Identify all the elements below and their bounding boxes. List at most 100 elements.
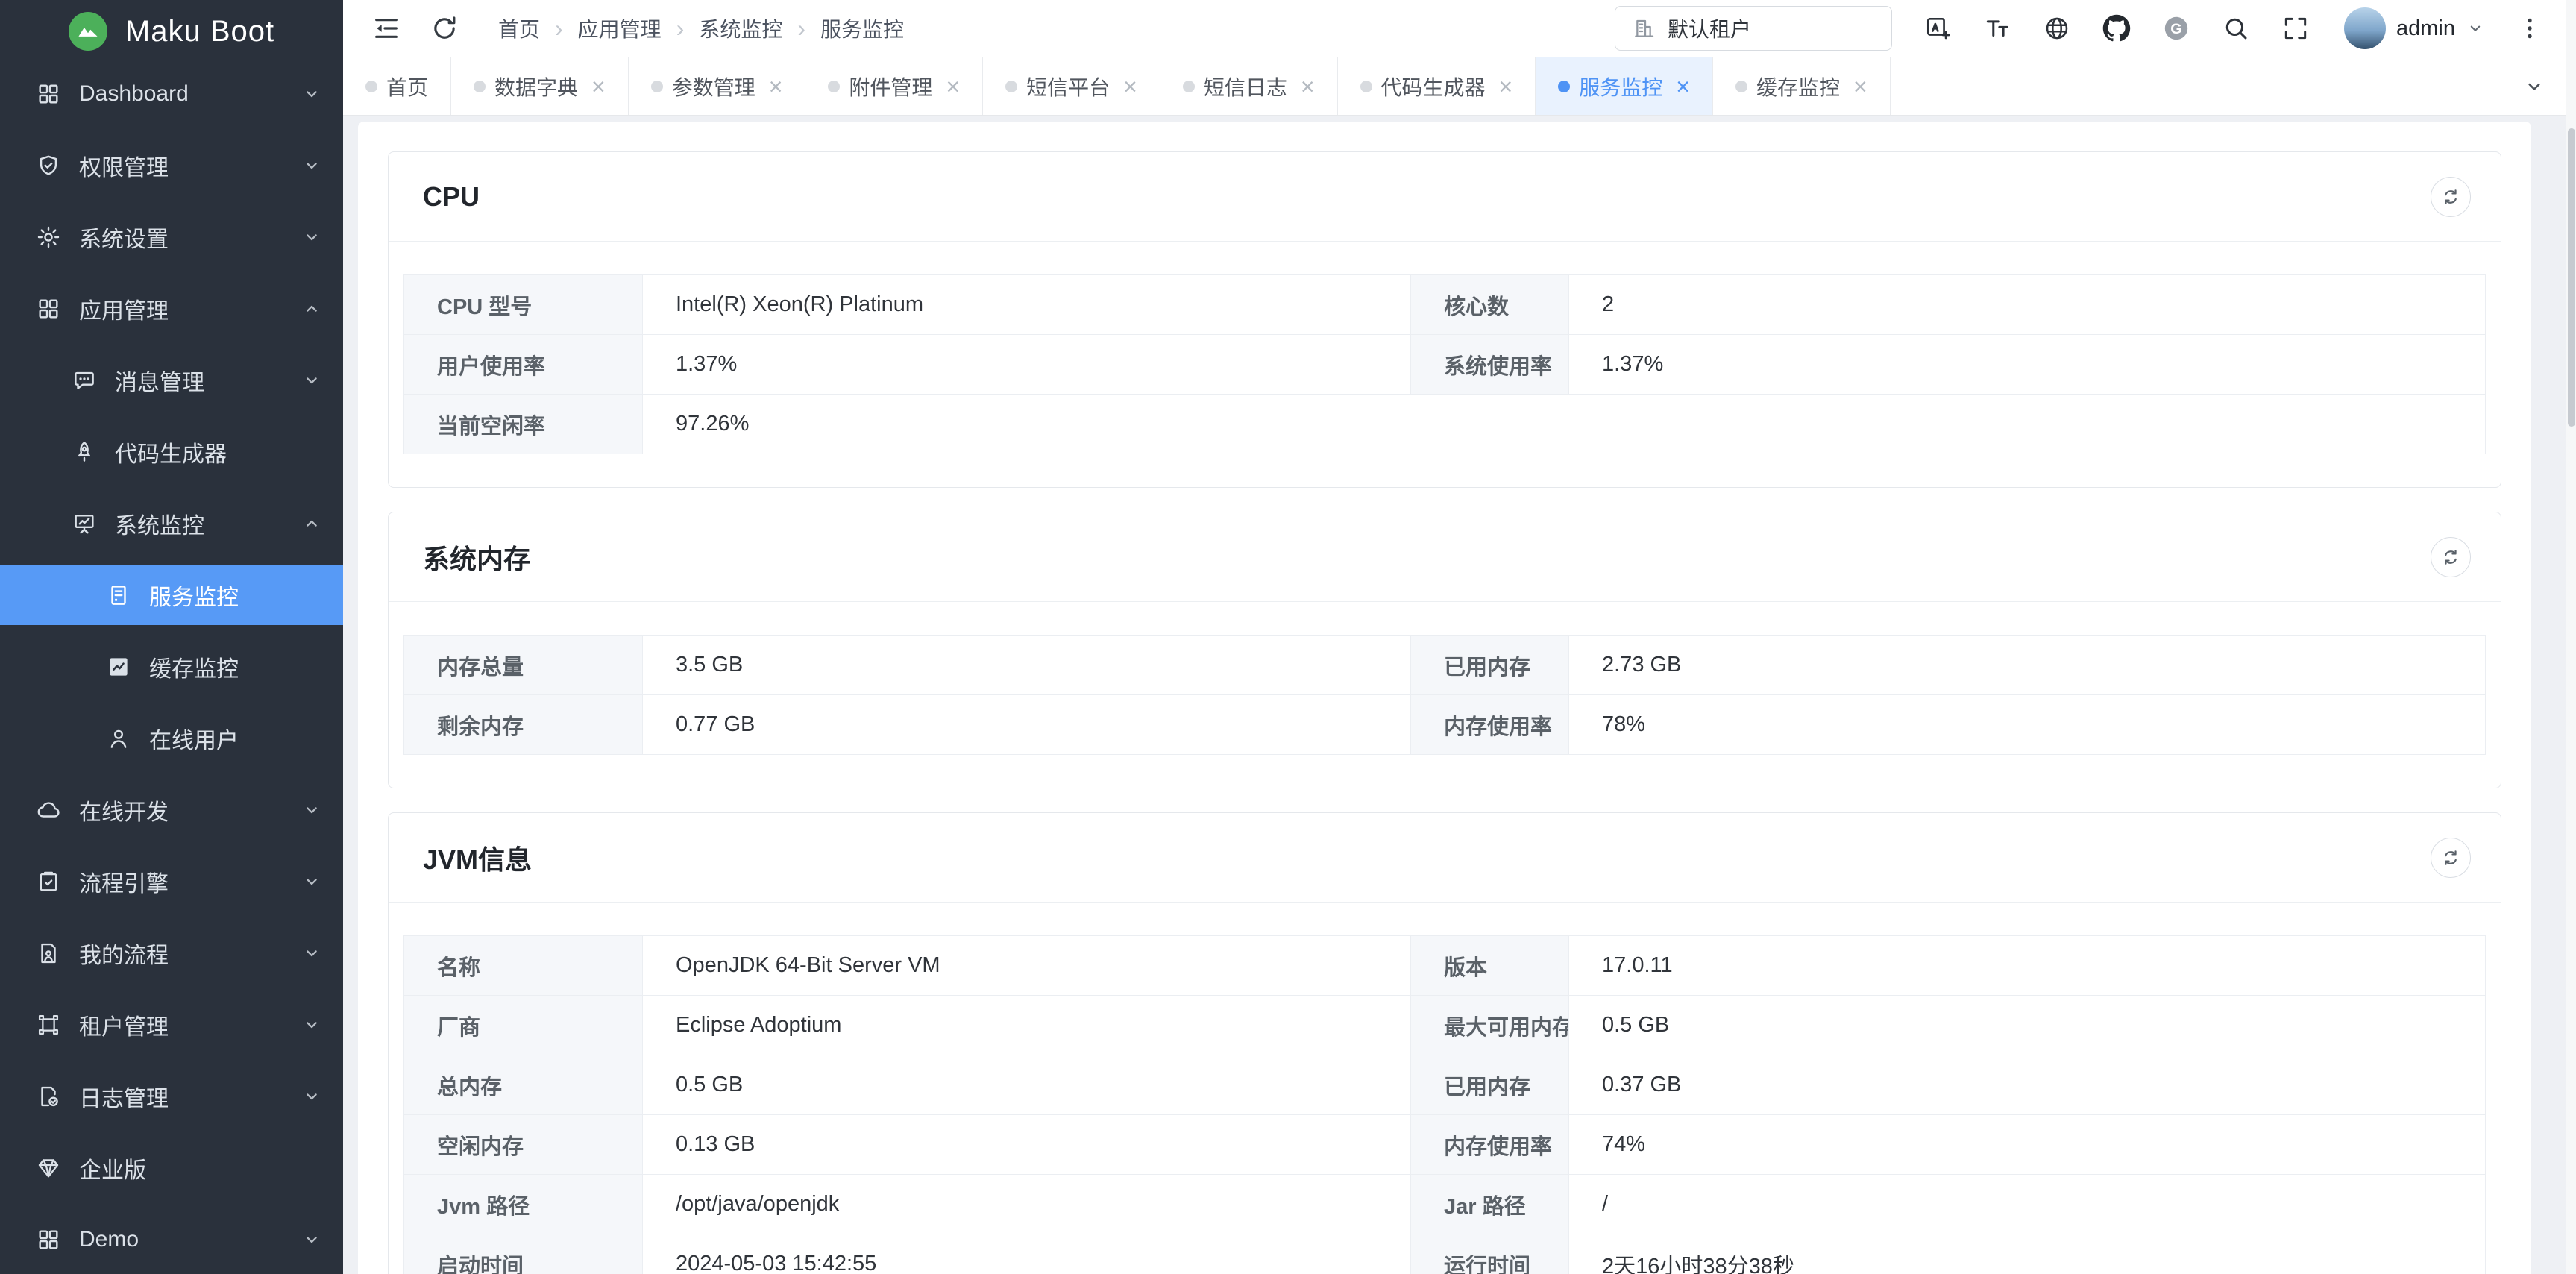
- sidebar-item-app-management[interactable]: 应用管理: [0, 279, 343, 339]
- desc-label: CPU 型号: [404, 275, 643, 335]
- tab-close-icon[interactable]: ×: [1676, 75, 1690, 98]
- font-size-icon[interactable]: [1983, 14, 2011, 43]
- sync-icon: [2440, 186, 2461, 207]
- tab-close-icon[interactable]: ×: [1123, 75, 1137, 98]
- panel-refresh-button[interactable]: [2431, 177, 2471, 217]
- sidebar-item-label: 消息管理: [115, 364, 204, 397]
- sidebar-item-system-settings[interactable]: 系统设置: [0, 207, 343, 267]
- sidebar-item-permission[interactable]: 权限管理: [0, 136, 343, 195]
- tab-state-dot: [1558, 81, 1570, 92]
- desc-label: 总内存: [404, 1055, 643, 1115]
- kebab-menu-icon[interactable]: [2516, 15, 2543, 42]
- app-logo-icon: [69, 12, 107, 51]
- desc-label: 内存使用率: [1411, 695, 1569, 755]
- panel-refresh-button[interactable]: [2431, 537, 2471, 577]
- desc-label: 系统使用率: [1411, 335, 1569, 395]
- sidebar-item-cache-monitor[interactable]: 缓存监控: [0, 637, 343, 697]
- desc-value: 1.37%: [643, 335, 1411, 395]
- tab-list: 首页数据字典×参数管理×附件管理×短信平台×短信日志×代码生成器×服务监控×缓存…: [343, 57, 1891, 115]
- sidebar-item-label: Dashboard: [79, 81, 189, 107]
- sidebar-item-demo[interactable]: Demo: [0, 1210, 343, 1270]
- tab-close-icon[interactable]: ×: [591, 75, 606, 98]
- breadcrumb-item[interactable]: 系统监控: [699, 13, 782, 43]
- breadcrumb: 首页›应用管理›系统监控›服务监控: [498, 13, 904, 43]
- tab-label: 附件管理: [849, 72, 932, 101]
- tab-params[interactable]: 参数管理×: [629, 57, 806, 115]
- sidebar-item-code-generator[interactable]: 代码生成器: [0, 422, 343, 482]
- panel-title: 系统内存: [423, 538, 530, 577]
- translate-icon[interactable]: [1923, 14, 1952, 43]
- fullscreen-icon[interactable]: [2281, 14, 2310, 43]
- tab-label: 短信平台: [1026, 72, 1110, 101]
- page-scrollbar[interactable]: [2566, 0, 2576, 1274]
- tab-label: 代码生成器: [1381, 72, 1486, 101]
- sidebar-item-log-management[interactable]: 日志管理: [0, 1067, 343, 1126]
- topbar-left: 首页›应用管理›系统监控›服务监控: [371, 13, 904, 43]
- panel-title: JVM信息: [423, 838, 532, 877]
- panel-refresh-button[interactable]: [2431, 838, 2471, 878]
- frame-icon: [36, 1012, 61, 1038]
- user-icon: [106, 726, 131, 751]
- tab-more-dropdown-icon[interactable]: [2522, 57, 2546, 115]
- tab-sms-log[interactable]: 短信日志×: [1160, 57, 1338, 115]
- tab-sms-platform[interactable]: 短信平台 ×: [983, 57, 1160, 115]
- breadcrumb-item[interactable]: 应用管理: [578, 13, 662, 43]
- tab-home[interactable]: 首页: [343, 57, 451, 115]
- tab-close-icon[interactable]: ×: [769, 75, 783, 98]
- sidebar-item-dashboard[interactable]: Dashboard: [0, 64, 343, 124]
- building-icon: [1632, 16, 1656, 40]
- sidebar-item-tenant-management[interactable]: 租户管理: [0, 995, 343, 1055]
- gitee-icon[interactable]: [2162, 14, 2190, 43]
- breadcrumb-item[interactable]: 首页: [498, 13, 540, 43]
- sidebar-item-workflow-engine[interactable]: 流程引擎: [0, 852, 343, 911]
- tab-service-monitor[interactable]: 服务监控×: [1536, 57, 1713, 115]
- tenant-select-value: 默认租户: [1668, 13, 1751, 43]
- desc-label: 当前空闲率: [404, 395, 643, 454]
- tab-close-icon[interactable]: ×: [1499, 75, 1513, 98]
- doc-user-icon: [36, 941, 61, 966]
- breadcrumb-item[interactable]: 服务监控: [820, 13, 904, 43]
- app-logo: Maku Boot: [0, 0, 343, 57]
- collapse-sidebar-icon[interactable]: [371, 13, 401, 43]
- table-row: 厂商Eclipse Adoptium最大可用内存0.5 GB: [404, 996, 2486, 1055]
- desc-label: Jvm 路径: [404, 1175, 643, 1234]
- search-icon[interactable]: [2222, 14, 2250, 43]
- desc-label: 启动时间: [404, 1234, 643, 1274]
- desc-value: 17.0.11: [1569, 936, 2486, 996]
- desc-label: 剩余内存: [404, 695, 643, 755]
- sidebar-item-message[interactable]: 消息管理: [0, 351, 343, 410]
- sidebar-item-my-workflow[interactable]: 我的流程: [0, 923, 343, 983]
- sidebar-item-service-monitor[interactable]: 服务监控: [0, 565, 343, 625]
- sidebar-item-system-monitor[interactable]: 系统监控: [0, 494, 343, 553]
- tab-state-dot: [365, 81, 377, 92]
- tab-close-icon[interactable]: ×: [946, 75, 960, 98]
- sidebar-item-label: 日志管理: [79, 1080, 169, 1113]
- descriptions-table: 名称OpenJDK 64-Bit Server VM版本17.0.11厂商Ecl…: [403, 935, 2486, 1274]
- sidebar-item-label: 代码生成器: [115, 436, 227, 468]
- tab-attachments[interactable]: 附件管理 ×: [805, 57, 983, 115]
- scrollbar-thumb[interactable]: [2568, 128, 2575, 427]
- chevron-up-icon: [301, 298, 322, 319]
- sidebar-item-enterprise[interactable]: 企业版: [0, 1138, 343, 1198]
- chevron-down-icon: [301, 1086, 322, 1107]
- desc-label: 核心数: [1411, 275, 1569, 335]
- tab-close-icon[interactable]: ×: [1301, 75, 1315, 98]
- diamond-icon: [36, 1155, 61, 1181]
- globe-icon[interactable]: [2043, 14, 2071, 43]
- refresh-page-icon[interactable]: [430, 13, 459, 43]
- tenant-select[interactable]: 默认租户: [1615, 6, 1892, 51]
- user-menu[interactable]: admin: [2344, 7, 2485, 49]
- sidebar-item-online-dev[interactable]: 在线开发: [0, 780, 343, 840]
- breadcrumb-separator-icon: ›: [797, 16, 805, 40]
- tab-data-dict[interactable]: 数据字典×: [451, 57, 629, 115]
- sidebar-item-online-users[interactable]: 在线用户: [0, 709, 343, 768]
- tab-code-generator[interactable]: 代码生成器 ×: [1338, 57, 1536, 115]
- user-name: admin: [2396, 16, 2455, 41]
- desc-value: 0.5 GB: [1569, 996, 2486, 1055]
- desc-label: 运行时间: [1411, 1234, 1569, 1274]
- tab-cache-monitor[interactable]: 缓存监控×: [1713, 57, 1891, 115]
- tab-close-icon[interactable]: ×: [1853, 75, 1867, 98]
- github-icon[interactable]: [2102, 14, 2131, 43]
- content-card: CPUCPU 型号Intel(R) Xeon(R) Platinum核心数2用户…: [358, 122, 2531, 1274]
- panel-header: JVM信息: [389, 813, 2501, 903]
